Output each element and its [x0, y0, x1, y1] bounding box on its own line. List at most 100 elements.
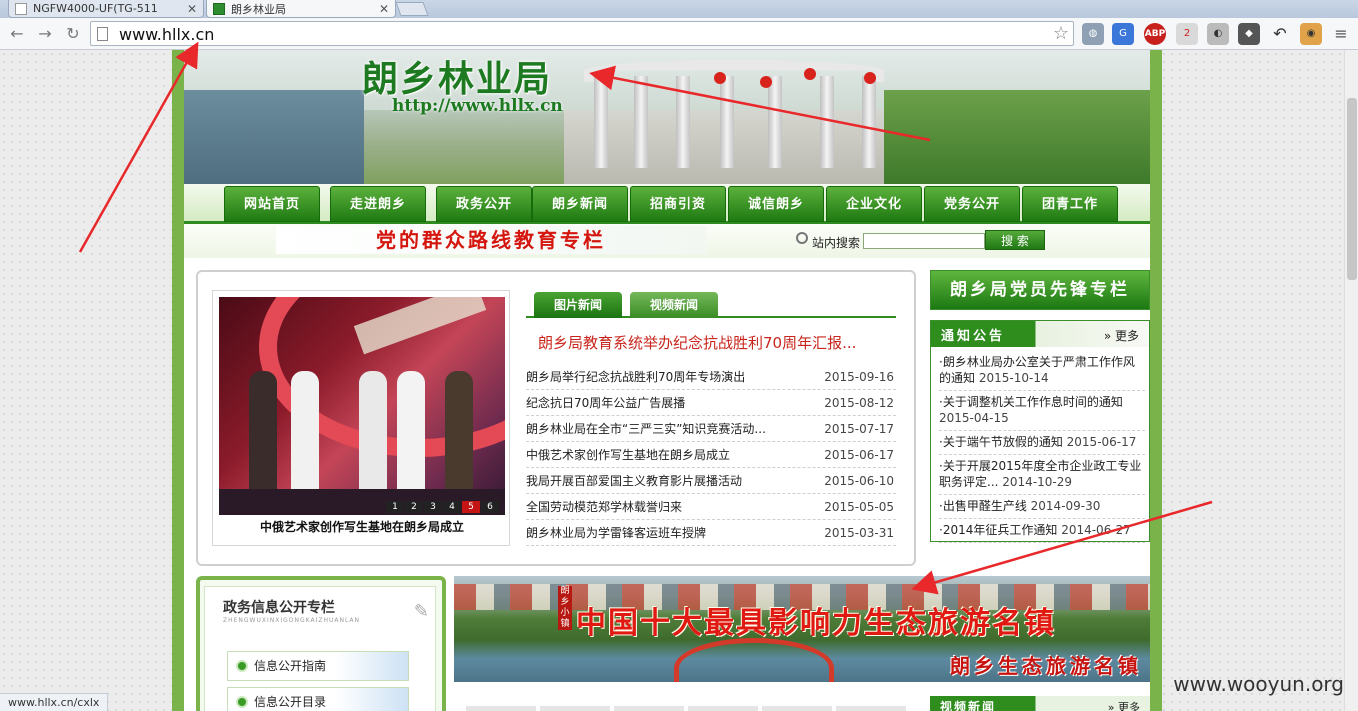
nav-gov-affairs[interactable]: 政务公开	[436, 186, 532, 222]
news-list: 朗乡局举行纪念抗战胜利70周年专场演出 2015-09-16 纪念抗日70周年公益…	[526, 364, 896, 546]
close-icon[interactable]: ✕	[379, 2, 389, 16]
forward-arrow-icon[interactable]: →	[34, 23, 56, 45]
gov-catalog-link[interactable]: 信息公开目录	[227, 687, 409, 711]
list-item[interactable]: ·关于端午节放假的通知 2015-06-17	[939, 433, 1145, 455]
news-headline[interactable]: 朗乡局教育系统举办纪念抗战胜利70周年汇报...	[538, 332, 898, 353]
news-title[interactable]: 纪念抗日70周年公益广告展播	[526, 390, 806, 416]
address-bar[interactable]: www.hllx.cn ☆	[90, 21, 1074, 46]
pager-item[interactable]: 4	[443, 501, 461, 513]
list-item[interactable]: ·2014年征兵工作通知 2014-06-27	[939, 521, 1145, 543]
notice-item-title[interactable]: ·出售甲醛生产线	[939, 499, 1027, 513]
notice-panel: 通知公告 » 更多 ·朗乡林业局办公室关于严肃工作作风的通知 2015-10-1…	[930, 320, 1150, 543]
lantern	[714, 72, 726, 84]
video-news-header: 视频新闻 » 更多	[930, 696, 1150, 711]
notice-more-link[interactable]: » 更多	[1104, 327, 1139, 344]
news-date: 2015-07-17	[824, 422, 894, 436]
video-news-more-link[interactable]: » 更多	[1108, 699, 1140, 711]
undo-icon[interactable]: ↶	[1269, 23, 1291, 45]
extension-icon[interactable]: 2	[1176, 23, 1198, 45]
news-photo[interactable]: 1 2 3 4 5 6	[219, 297, 505, 515]
adblock-icon[interactable]: ABP	[1144, 23, 1166, 45]
pioneer-banner[interactable]: 朗乡局党员先锋专栏	[930, 270, 1150, 310]
pager-item[interactable]: 3	[424, 501, 442, 513]
gov-link-label[interactable]: 信息公开目录	[254, 695, 326, 709]
list-item[interactable]: 朗乡局举行纪念抗战胜利70周年专场演出 2015-09-16	[526, 364, 896, 390]
news-title[interactable]: 朗乡局举行纪念抗战胜利70周年专场演出	[526, 364, 806, 390]
banner-column	[768, 76, 782, 168]
banner-column	[634, 76, 648, 168]
photo-caption[interactable]: 中俄艺术家创作写生基地在朗乡局成立	[219, 515, 505, 539]
news-title[interactable]: 全国劳动模范郑学林载誉归来	[526, 494, 806, 520]
list-item[interactable]: ·出售甲醛生产线 2014-09-30	[939, 497, 1145, 519]
banner-column	[862, 76, 876, 168]
pager-item[interactable]: 2	[405, 501, 423, 513]
news-date: 2015-06-10	[824, 474, 894, 488]
extension-icon[interactable]: ◉	[1300, 23, 1322, 45]
spy-icon[interactable]: ◆	[1238, 23, 1260, 45]
reload-icon[interactable]: ↻	[62, 23, 84, 45]
translate-icon[interactable]: G	[1112, 23, 1134, 45]
tourism-banner[interactable]: 朗乡小镇 中国十大最具影响力生态旅游名镇 朗乡生态旅游名镇	[454, 576, 1150, 682]
browser-tab[interactable]: NGFW4000-UF(TG-511 ✕	[8, 0, 204, 18]
nav-news[interactable]: 朗乡新闻	[532, 186, 628, 222]
browser-tab-active[interactable]: 朗乡林业局 ✕	[206, 0, 396, 18]
pager-item-active[interactable]: 5	[462, 501, 480, 513]
notice-item-title[interactable]: ·关于调整机关工作作息时间的通知	[939, 395, 1123, 409]
news-title[interactable]: 我局开展百部爱国主义教育影片展播活动	[526, 468, 806, 494]
new-tab-button[interactable]	[395, 2, 429, 16]
gov-link-label[interactable]: 信息公开指南	[254, 659, 326, 673]
gov-guide-link[interactable]: 信息公开指南	[227, 651, 409, 681]
banner-column	[820, 76, 834, 168]
list-item[interactable]: 朗乡林业局在全市“三严三实”知识竞赛活动... 2015-07-17	[526, 416, 896, 442]
person-figure	[445, 371, 473, 491]
notice-item-date: 2014-09-30	[1030, 499, 1101, 513]
bookmark-star-icon[interactable]: ☆	[1053, 23, 1069, 44]
close-icon[interactable]: ✕	[187, 2, 197, 16]
nav-about[interactable]: 走进朗乡	[330, 186, 426, 222]
list-item[interactable]: 朗乡林业局为学雷锋客运班车授牌 2015-03-31	[526, 520, 896, 546]
red-bridge	[674, 638, 834, 682]
list-item[interactable]: 全国劳动模范郑学林载誉归来 2015-05-05	[526, 494, 896, 520]
extension-icon[interactable]: ◐	[1207, 23, 1229, 45]
list-item[interactable]: ·朗乡林业局办公室关于严肃工作作风的通知 2015-10-14	[939, 353, 1145, 391]
page-scrollbar[interactable]	[1344, 50, 1358, 711]
nav-party-affairs[interactable]: 党务公开	[924, 186, 1020, 222]
notice-item-title[interactable]: ·2014年征兵工作通知	[939, 523, 1057, 537]
more-label[interactable]: 更多	[1115, 329, 1139, 343]
search-input[interactable]	[863, 233, 985, 249]
nav-home[interactable]: 网站首页	[224, 186, 320, 222]
banner-lawn	[884, 90, 1150, 184]
nav-youth[interactable]: 团青工作	[1022, 186, 1118, 222]
pager-item[interactable]: 1	[386, 501, 404, 513]
news-title[interactable]: 中俄艺术家创作写生基地在朗乡局成立	[526, 442, 806, 468]
globe-icon[interactable]: ◍	[1082, 23, 1104, 45]
person-figure	[397, 371, 425, 491]
news-title[interactable]: 朗乡林业局为学雷锋客运班车授牌	[526, 520, 806, 546]
banner-column	[676, 76, 690, 168]
list-item[interactable]: ·关于调整机关工作作息时间的通知 2015-04-15	[939, 393, 1145, 431]
scrollbar-thumb[interactable]	[1347, 98, 1357, 280]
tab-photo-news[interactable]: 图片新闻	[534, 292, 622, 318]
list-item[interactable]: ·关于开展2015年度全市企业政工专业职务评定... 2014-10-29	[939, 457, 1145, 495]
party-banner[interactable]: 党的群众路线教育专栏	[276, 226, 706, 254]
list-item[interactable]: 中俄艺术家创作写生基地在朗乡局成立 2015-06-17	[526, 442, 896, 468]
news-date: 2015-09-16	[824, 370, 894, 384]
more-label[interactable]: 更多	[1118, 701, 1140, 711]
back-arrow-icon[interactable]: ←	[6, 23, 28, 45]
pager-item[interactable]: 6	[481, 501, 499, 513]
lower-tabs[interactable]	[466, 706, 906, 711]
notice-item-title[interactable]: ·关于端午节放假的通知	[939, 435, 1063, 449]
news-date: 2015-05-05	[824, 500, 894, 514]
tab-video-news[interactable]: 视频新闻	[630, 292, 718, 318]
lantern	[760, 76, 772, 88]
banner-water	[184, 90, 364, 184]
menu-icon[interactable]: ≡	[1330, 23, 1352, 45]
search-button[interactable]: 搜 索	[985, 230, 1045, 250]
nav-integrity[interactable]: 诚信朗乡	[728, 186, 824, 222]
nav-investment[interactable]: 招商引资	[630, 186, 726, 222]
news-title[interactable]: 朗乡林业局在全市“三严三实”知识竞赛活动...	[526, 416, 806, 442]
nav-culture[interactable]: 企业文化	[826, 186, 922, 222]
list-item[interactable]: 纪念抗日70周年公益广告展播 2015-08-12	[526, 390, 896, 416]
address-url[interactable]: www.hllx.cn	[119, 25, 214, 44]
list-item[interactable]: 我局开展百部爱国主义教育影片展播活动 2015-06-10	[526, 468, 896, 494]
